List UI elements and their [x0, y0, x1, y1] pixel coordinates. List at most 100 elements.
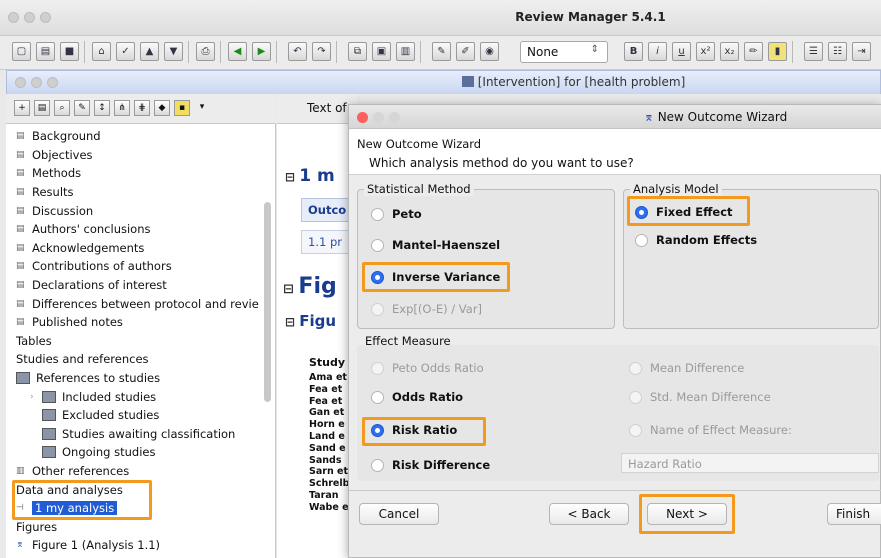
- finish-button[interactable]: Finish: [827, 503, 881, 525]
- radio-std-mean-difference[interactable]: Std. Mean Difference: [629, 390, 771, 404]
- cancel-button[interactable]: Cancel: [359, 503, 439, 525]
- check-icon[interactable]: ✓: [116, 42, 135, 61]
- section-heading: ⊟ 1 m: [285, 166, 335, 186]
- open-folder-icon[interactable]: ▤: [36, 42, 55, 61]
- figure-subheading: ⊟ Figu: [285, 312, 337, 330]
- print-icon[interactable]: ⎙: [196, 42, 215, 61]
- radio-peto[interactable]: Peto: [371, 207, 422, 221]
- italic-icon[interactable]: i: [648, 42, 667, 61]
- effect-measure-legend: Effect Measure: [365, 334, 451, 348]
- document-icon: ▤: [16, 280, 25, 291]
- tree-item-studies-and-references[interactable]: Studies and references: [16, 350, 268, 369]
- tree-item-background[interactable]: ▤ Background: [16, 127, 268, 146]
- add-item-icon[interactable]: +: [14, 100, 30, 116]
- tree-item-references-to-studies[interactable]: References to studies: [16, 369, 268, 388]
- text-of-review-tab[interactable]: Text of: [307, 101, 347, 115]
- tree-item-discussion[interactable]: ▤ Discussion: [16, 201, 268, 220]
- home-icon[interactable]: ⌂: [92, 42, 111, 61]
- superscript-icon[interactable]: x²: [696, 42, 715, 61]
- wizard-titlebar: ⌆ New Outcome Wizard: [349, 105, 881, 129]
- up-icon[interactable]: ▲: [140, 42, 159, 61]
- outline-toolbar: + ▤ ⌕ ✎ ↕ ⋔ ⋕ ◆ ▪ ▾: [6, 94, 276, 124]
- document-title: [Intervention] for [health problem]: [7, 75, 880, 89]
- tree-item-objectives[interactable]: ▤ Objectives: [16, 146, 268, 165]
- paste-icon[interactable]: ▣: [372, 42, 391, 61]
- indent-icon[interactable]: ⇥: [852, 42, 871, 61]
- app-titlebar: Review Manager 5.4.1: [0, 0, 881, 36]
- tree-item-authors-conclusions[interactable]: ▤ Authors' conclusions: [16, 220, 268, 239]
- document-icon: ▤: [16, 261, 25, 272]
- tree-item-tables[interactable]: Tables: [16, 332, 268, 351]
- note-icon[interactable]: ▪: [174, 100, 190, 116]
- app-title: Review Manager 5.4.1: [515, 10, 666, 24]
- tree-item-included-studies[interactable]: › Included studies: [16, 387, 268, 406]
- down-icon[interactable]: ▼: [164, 42, 183, 61]
- find-icon[interactable]: ⌕: [54, 100, 70, 116]
- book-icon: ▥: [16, 465, 25, 476]
- radio-random-effects[interactable]: Random Effects: [635, 233, 757, 247]
- redo-icon[interactable]: ↷: [312, 42, 331, 61]
- radio-odds-ratio[interactable]: Odds Ratio: [371, 390, 463, 404]
- new-file-icon[interactable]: ▢: [12, 42, 31, 61]
- tree-item-methods[interactable]: ▤ Methods: [16, 164, 268, 183]
- properties-icon[interactable]: ▤: [34, 100, 50, 116]
- document-icon: ▤: [16, 242, 25, 253]
- wizard-icon: ⌆: [643, 110, 658, 124]
- tree-item-studies-awaiting[interactable]: Studies awaiting classification: [16, 425, 268, 444]
- tree-item-figures[interactable]: Figures: [16, 517, 268, 536]
- tree-item-ongoing-studies[interactable]: Ongoing studies: [16, 443, 268, 462]
- bullet-list-icon[interactable]: ☰: [804, 42, 823, 61]
- content-panel: Text of ⊟ 1 m Outco 1.1 pr ⊟ Fig ⊟ Figu …: [277, 94, 361, 558]
- effect-measure-name-input[interactable]: Hazard Ratio: [621, 453, 879, 473]
- subscript-icon[interactable]: x₂: [720, 42, 739, 61]
- tree-item-results[interactable]: ▤ Results: [16, 183, 268, 202]
- pen-icon[interactable]: ✏: [744, 42, 763, 61]
- radio-exp-o-e-var[interactable]: Exp[(O-E) / Var]: [371, 302, 482, 316]
- radio-mantel-haenszel[interactable]: Mantel-Haenszel: [371, 238, 500, 252]
- tree-item-declarations[interactable]: ▤ Declarations of interest: [16, 276, 268, 295]
- sort-icon[interactable]: ↕: [94, 100, 110, 116]
- tree-item-contributions[interactable]: ▤ Contributions of authors: [16, 257, 268, 276]
- radio-risk-difference[interactable]: Risk Difference: [371, 458, 490, 472]
- wizard-question: Which analysis method do you want to use…: [369, 156, 634, 170]
- back-button[interactable]: < Back: [549, 503, 629, 525]
- undo-icon[interactable]: ↶: [288, 42, 307, 61]
- save-icon[interactable]: ■: [60, 42, 79, 61]
- study-column-header: Study: [309, 356, 346, 369]
- back-arrow-icon[interactable]: ◀: [228, 42, 247, 61]
- studies-icon: [42, 427, 56, 440]
- tree-item-excluded-studies[interactable]: Excluded studies: [16, 406, 268, 425]
- studies-icon: [42, 409, 56, 422]
- copy-icon[interactable]: ⧉: [348, 42, 367, 61]
- tree-item-differences[interactable]: ▤ Differences between protocol and revie: [16, 294, 268, 313]
- tree-item-figure-1[interactable]: ⌆ Figure 1 (Analysis 1.1): [16, 536, 268, 555]
- tree-collapse-icon[interactable]: ⋕: [134, 100, 150, 116]
- highlighter-icon[interactable]: ▮: [768, 42, 787, 61]
- main-toolbar: ▢ ▤ ■ ⌂ ✓ ▲ ▼ ⎙ ◀ ▶ ↶ ↷ ⧉ ▣ ▥ ✎ ✐ ◉ None…: [0, 36, 881, 70]
- underline-icon[interactable]: u: [672, 42, 691, 61]
- expand-arrow-icon[interactable]: ›: [30, 392, 42, 402]
- paragraph-style-select[interactable]: None ⇕: [520, 41, 608, 63]
- analysis-model-legend: Analysis Model: [630, 182, 722, 196]
- tree-expand-icon[interactable]: ⋔: [114, 100, 130, 116]
- browser-icon[interactable]: ◉: [480, 42, 499, 61]
- delete-icon[interactable]: ▥: [396, 42, 415, 61]
- document-icon: ▤: [16, 205, 25, 216]
- tree-item-acknowledgements[interactable]: ▤ Acknowledgements: [16, 239, 268, 258]
- tag-icon[interactable]: ◆: [154, 100, 170, 116]
- radio-peto-odds-ratio[interactable]: Peto Odds Ratio: [371, 361, 484, 375]
- edit-icon[interactable]: ✎: [74, 100, 90, 116]
- forward-arrow-icon[interactable]: ▶: [252, 42, 271, 61]
- chevron-down-icon[interactable]: ▾: [194, 100, 210, 116]
- bold-icon[interactable]: B: [624, 42, 643, 61]
- numbered-list-icon[interactable]: ☷: [828, 42, 847, 61]
- spellcheck-auto-icon[interactable]: ✐: [456, 42, 475, 61]
- wizard-header-title: New Outcome Wizard: [357, 137, 482, 151]
- tree-item-published-notes[interactable]: ▤ Published notes: [16, 313, 268, 332]
- radio-mean-difference[interactable]: Mean Difference: [629, 361, 744, 375]
- outline-scrollbar[interactable]: [264, 202, 271, 402]
- radio-name-of-effect-measure[interactable]: Name of Effect Measure:: [629, 423, 792, 437]
- document-icon: ▤: [16, 298, 25, 309]
- tree-item-other-references[interactable]: ▥ Other references: [16, 462, 268, 481]
- spellcheck-icon[interactable]: ✎: [432, 42, 451, 61]
